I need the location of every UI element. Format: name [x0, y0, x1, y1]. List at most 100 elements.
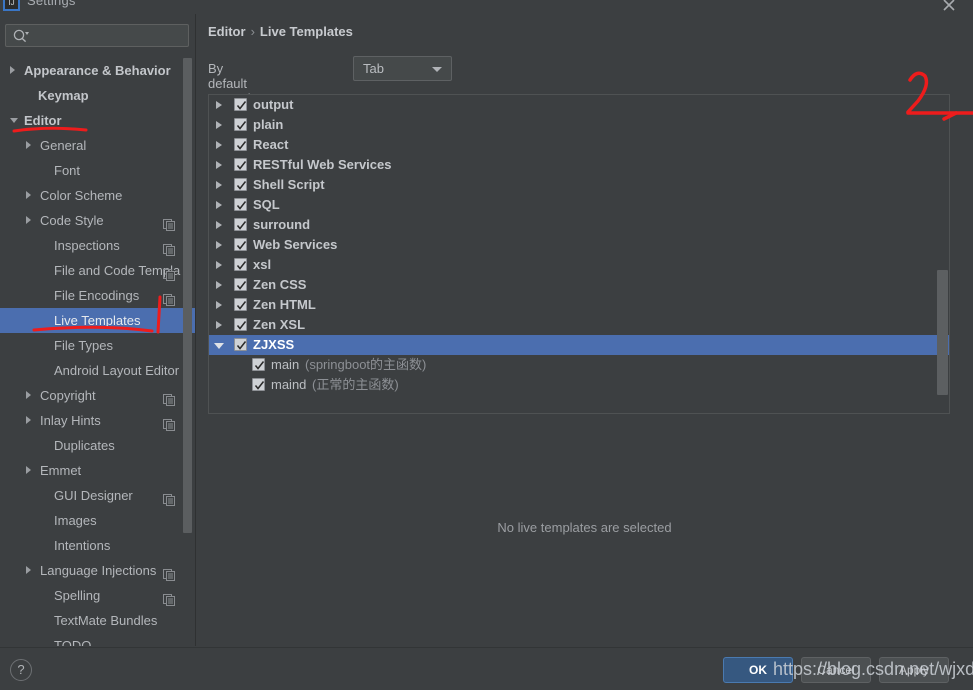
sidebar-item-file-encodings[interactable]: File Encodings: [0, 283, 196, 308]
template-row[interactable]: SQL: [209, 195, 949, 215]
apply-button[interactable]: Apply: [879, 657, 949, 683]
template-checkbox[interactable]: [234, 178, 247, 191]
sidebar-scrollbar-thumb[interactable]: [183, 58, 192, 533]
template-row[interactable]: Zen CSS: [209, 275, 949, 295]
chevron-right-icon[interactable]: [216, 241, 222, 249]
sidebar-item-label: Intentions: [54, 538, 111, 553]
sidebar-item-label: Language Injections: [40, 563, 157, 578]
copy-settings-icon: [163, 414, 175, 431]
help-button[interactable]: ?: [10, 659, 32, 681]
sidebar-item-live-templates[interactable]: Live Templates: [0, 308, 196, 333]
template-checkbox[interactable]: [234, 278, 247, 291]
sidebar-item-inlay-hints[interactable]: Inlay Hints: [0, 408, 196, 433]
template-row[interactable]: Zen HTML: [209, 295, 949, 315]
chevron-right-icon[interactable]: [216, 281, 222, 289]
template-row[interactable]: Shell Script: [209, 175, 949, 195]
chevron-right-icon[interactable]: [26, 216, 31, 224]
template-checkbox[interactable]: [234, 238, 247, 251]
sidebar-item-label: Code Style: [40, 213, 104, 228]
chevron-right-icon[interactable]: [26, 191, 31, 199]
search-box[interactable]: [5, 24, 189, 47]
sidebar-tree: Appearance & Behavior Keymap Editor General…: [0, 58, 196, 646]
template-checkbox[interactable]: [234, 98, 247, 111]
sidebar-item-inspections[interactable]: Inspections: [0, 233, 196, 258]
sidebar-item-copyright[interactable]: Copyright: [0, 383, 196, 408]
expand-with-select[interactable]: Tab: [353, 56, 452, 81]
chevron-right-icon[interactable]: [216, 301, 222, 309]
ok-button[interactable]: OK: [723, 657, 793, 683]
template-name: surround: [253, 217, 311, 232]
chevron-right-icon[interactable]: [26, 391, 31, 399]
sidebar-item-file-types[interactable]: File Types: [0, 333, 196, 358]
sidebar-item-intentions[interactable]: Intentions: [0, 533, 196, 558]
sidebar-item-appearance-behavior[interactable]: Appearance & Behavior: [0, 58, 196, 83]
chevron-right-icon[interactable]: [216, 261, 222, 269]
title-bar: IJ Settings: [0, 0, 973, 14]
template-checkbox[interactable]: [234, 218, 247, 231]
chevron-right-icon[interactable]: [216, 221, 222, 229]
template-checkbox[interactable]: [234, 158, 247, 171]
template-row[interactable]: surround: [209, 215, 949, 235]
template-row[interactable]: plain: [209, 115, 949, 135]
sidebar-item-editor[interactable]: Editor: [0, 108, 196, 133]
sidebar-item-label: Inspections: [54, 238, 120, 253]
chevron-right-icon[interactable]: [216, 101, 222, 109]
sidebar-item-keymap[interactable]: Keymap: [0, 83, 196, 108]
sidebar-item-emmet[interactable]: Emmet: [0, 458, 196, 483]
template-row[interactable]: React: [209, 135, 949, 155]
sidebar-item-language-injections[interactable]: Language Injections: [0, 558, 196, 583]
chevron-right-icon[interactable]: [26, 466, 31, 474]
sidebar-item-font[interactable]: Font: [0, 158, 196, 183]
template-checkbox[interactable]: [234, 118, 247, 131]
template-checkbox[interactable]: [234, 338, 247, 351]
template-row[interactable]: Zen XSL: [209, 315, 949, 335]
chevron-down-icon[interactable]: [214, 343, 224, 349]
template-row[interactable]: output: [209, 95, 949, 115]
template-checkbox[interactable]: [234, 318, 247, 331]
search-input[interactable]: [34, 27, 184, 44]
template-checkbox[interactable]: [252, 358, 265, 371]
list-scrollbar-thumb[interactable]: [937, 270, 948, 395]
chevron-right-icon[interactable]: [216, 181, 222, 189]
chevron-right-icon[interactable]: [216, 321, 222, 329]
template-row[interactable]: ZJXSS: [209, 335, 949, 355]
sidebar-item-color-scheme[interactable]: Color Scheme: [0, 183, 196, 208]
chevron-right-icon[interactable]: [10, 66, 15, 74]
settings-app-icon: IJ: [3, 0, 20, 11]
template-row[interactable]: xsl: [209, 255, 949, 275]
template-checkbox[interactable]: [234, 198, 247, 211]
sidebar-item-label: TODO: [54, 638, 92, 646]
template-checkbox[interactable]: [234, 138, 247, 151]
sidebar-item-images[interactable]: Images: [0, 508, 196, 533]
sidebar-item-todo[interactable]: TODO: [0, 633, 196, 646]
breadcrumb-parent[interactable]: Editor: [208, 24, 246, 39]
sidebar-item-label: Duplicates: [54, 438, 115, 453]
chevron-right-icon[interactable]: [216, 121, 222, 129]
sidebar-item-textmate-bundles[interactable]: TextMate Bundles: [0, 608, 196, 633]
chevron-right-icon[interactable]: [26, 566, 31, 574]
chevron-down-icon[interactable]: [10, 118, 18, 123]
template-row[interactable]: RESTful Web Services: [209, 155, 949, 175]
template-row[interactable]: main (springboot的主函数): [209, 355, 949, 375]
sidebar-item-spelling[interactable]: Spelling: [0, 583, 196, 608]
template-name: main: [271, 357, 300, 372]
live-templates-list[interactable]: output plain React RESTful Web Services Shel…: [208, 94, 950, 414]
template-row[interactable]: Web Services: [209, 235, 949, 255]
sidebar-item-general[interactable]: General: [0, 133, 196, 158]
template-checkbox[interactable]: [252, 378, 265, 391]
template-checkbox[interactable]: [234, 298, 247, 311]
chevron-right-icon[interactable]: [216, 141, 222, 149]
chevron-right-icon[interactable]: [216, 161, 222, 169]
sidebar-item-file-and-code-templa[interactable]: File and Code Templa: [0, 258, 196, 283]
cancel-button[interactable]: Cancel: [801, 657, 871, 683]
close-icon[interactable]: [937, 0, 961, 14]
chevron-right-icon[interactable]: [26, 416, 31, 424]
sidebar-item-code-style[interactable]: Code Style: [0, 208, 196, 233]
chevron-right-icon[interactable]: [26, 141, 31, 149]
sidebar-item-duplicates[interactable]: Duplicates: [0, 433, 196, 458]
template-row[interactable]: maind (正常的主函数): [209, 375, 949, 395]
template-checkbox[interactable]: [234, 258, 247, 271]
sidebar-item-android-layout-editor[interactable]: Android Layout Editor: [0, 358, 196, 383]
sidebar-item-gui-designer[interactable]: GUI Designer: [0, 483, 196, 508]
chevron-right-icon[interactable]: [216, 201, 222, 209]
